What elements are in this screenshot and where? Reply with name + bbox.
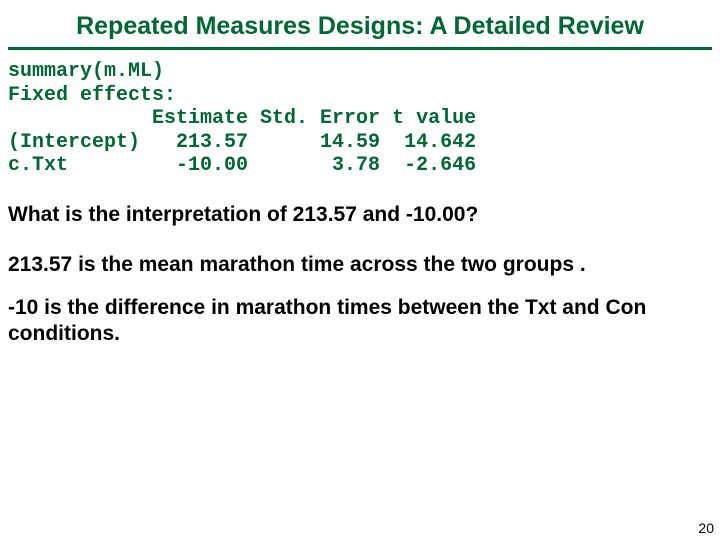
answer-line-2: -10 is the difference in marathon times … (0, 295, 720, 346)
code-line: Fixed effects: (8, 84, 176, 107)
slide-title: Repeated Measures Designs: A Detailed Re… (0, 0, 720, 47)
r-output: summary(m.ML) Fixed effects: Estimate St… (0, 60, 720, 178)
page-number: 20 (698, 520, 714, 536)
code-line: summary(m.ML) (8, 60, 164, 83)
title-underline (8, 47, 712, 50)
answer-line-1: 213.57 is the mean marathon time across … (0, 252, 720, 278)
slide: Repeated Measures Designs: A Detailed Re… (0, 0, 720, 540)
code-line: Estimate Std. Error t value (8, 107, 476, 130)
code-line: (Intercept) 213.57 14.59 14.642 (8, 131, 476, 154)
question-text: What is the interpretation of 213.57 and… (0, 202, 720, 228)
code-line: c.Txt -10.00 3.78 -2.646 (8, 154, 476, 177)
